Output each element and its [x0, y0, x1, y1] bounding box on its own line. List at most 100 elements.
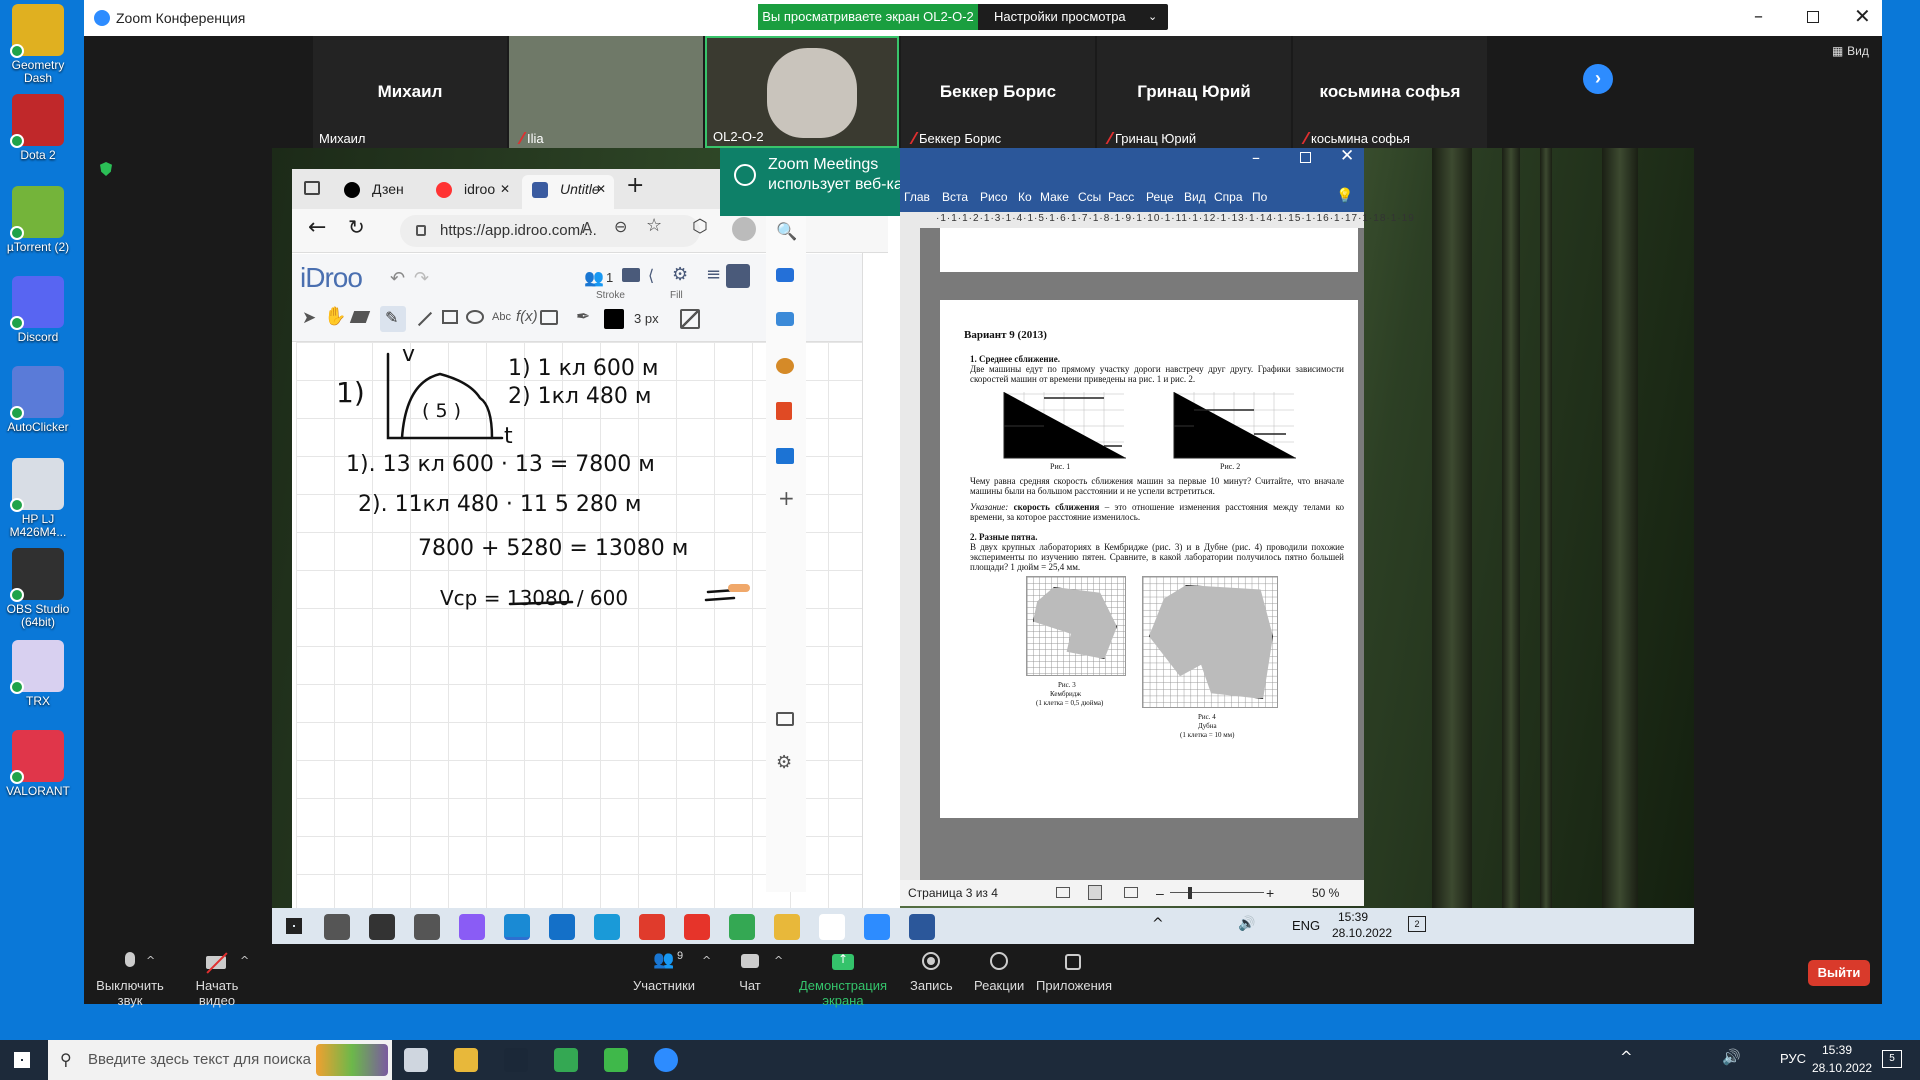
zoom-percent[interactable]: 50 % — [1312, 880, 1339, 906]
notifications-icon[interactable]: 5 — [1882, 1050, 1902, 1068]
desktop-icon[interactable]: HP LJ M426M4... — [6, 458, 70, 539]
zoom-slider-thumb[interactable] — [1188, 887, 1192, 899]
zoom-out-button[interactable]: – — [1156, 880, 1164, 906]
desktop-icon[interactable]: µTorrent (2) — [6, 186, 70, 254]
redo-icon[interactable]: ↷ — [414, 268, 429, 289]
share-icon[interactable]: ⟨ — [648, 266, 654, 285]
yandex-icon[interactable] — [684, 914, 710, 940]
add-icon[interactable]: + — [778, 486, 795, 510]
tab-idroo[interactable]: idroo ✕ — [426, 175, 518, 209]
desktop-icon[interactable]: OBS Studio (64bit) — [6, 548, 70, 629]
share-screen-button[interactable]: ↑ Демонстрация экрана — [790, 952, 896, 1008]
account-icon[interactable] — [726, 264, 750, 288]
chevron-down-icon[interactable]: ⌄ — [1148, 4, 1157, 30]
desktop-icon[interactable]: Discord — [6, 276, 70, 344]
alice-icon[interactable] — [459, 914, 485, 940]
steam-icon[interactable] — [504, 1048, 528, 1072]
ellipse-tool-icon[interactable] — [466, 310, 484, 324]
zoom-icon[interactable] — [654, 1048, 678, 1072]
tray-chevron-icon[interactable]: ^ — [1152, 916, 1164, 932]
ribbon-tab[interactable]: Расс — [1108, 190, 1134, 204]
minimize-button[interactable]: – — [1754, 6, 1763, 27]
ribbon-tab[interactable]: Глав — [904, 190, 930, 204]
participants-chevron-icon[interactable]: ^ — [702, 954, 711, 967]
ribbon-tab[interactable]: Рисо — [980, 190, 1008, 204]
volume-icon[interactable]: 🔊 — [1238, 916, 1255, 932]
file-explorer-icon[interactable] — [774, 914, 800, 940]
settings-gear-icon[interactable]: ⚙ — [672, 264, 688, 285]
games-icon[interactable] — [776, 358, 794, 374]
search-icon[interactable] — [324, 914, 350, 940]
zoom-slider[interactable] — [1170, 892, 1264, 893]
chat-icon[interactable] — [622, 268, 640, 282]
formula-tool-icon[interactable]: f(x) — [516, 308, 538, 325]
notifications-icon[interactable]: 2 — [1408, 916, 1426, 932]
close-button[interactable]: ✕ — [1854, 4, 1871, 28]
line-tool-icon[interactable] — [417, 311, 433, 327]
ribbon-tab[interactable]: Вста — [942, 190, 968, 204]
search-icon[interactable]: 🔍 — [776, 222, 797, 242]
video-options-chevron-icon[interactable]: ^ — [240, 954, 249, 967]
cortana-icon[interactable] — [369, 914, 395, 940]
print-layout-icon[interactable] — [1088, 885, 1102, 900]
word-close-button[interactable]: ✕ — [1340, 148, 1354, 166]
participant-tile[interactable]: OL2-O-2 — [705, 36, 899, 148]
edge-icon[interactable] — [504, 914, 530, 940]
office-icon[interactable] — [776, 402, 792, 420]
back-icon[interactable]: ← — [308, 215, 326, 240]
participant-tile[interactable]: Михаил Михаил — [313, 36, 507, 148]
tab-dzen[interactable]: Дзен — [334, 175, 422, 209]
outlook-icon[interactable] — [776, 448, 794, 464]
desktop-icon[interactable]: VALORANT — [6, 730, 70, 798]
view-button[interactable]: ▦ Вид — [1832, 44, 1869, 58]
language-indicator[interactable]: РУС — [1780, 1051, 1806, 1066]
select-tool-icon[interactable]: ➤ — [302, 308, 316, 328]
users-icon[interactable]: 👥 — [584, 268, 604, 287]
undo-icon[interactable]: ↶ — [390, 268, 405, 289]
stroke-color-swatch[interactable] — [604, 309, 624, 329]
participant-tile[interactable]: косьмина софья косьмина софья — [1293, 36, 1487, 148]
volume-icon[interactable]: 🔊 — [1722, 1048, 1741, 1066]
reactions-button[interactable]: Реакции — [974, 952, 1024, 993]
zoom-out-icon[interactable]: ⊖ — [614, 217, 627, 236]
word-maximize-button[interactable] — [1300, 152, 1311, 163]
start-icon[interactable] — [14, 1052, 30, 1068]
word-icon[interactable] — [909, 914, 935, 940]
desktop-icon[interactable]: AutoClicker — [6, 366, 70, 434]
refresh-icon[interactable]: ↻ — [348, 215, 365, 239]
record-button[interactable]: Запись — [910, 952, 953, 993]
menu-icon[interactable]: ≡ — [706, 264, 721, 285]
chat-chevron-icon[interactable]: ^ — [774, 954, 783, 967]
view-settings-button[interactable]: Настройки просмотра — [994, 4, 1126, 30]
image-tool-icon[interactable] — [540, 310, 558, 325]
eraser-tool-icon[interactable] — [349, 311, 371, 323]
chrome-icon[interactable] — [554, 1048, 578, 1072]
desktop-icon[interactable]: Dota 2 — [6, 94, 70, 162]
ribbon-tab[interactable]: Спра — [1214, 190, 1243, 204]
chrome-icon[interactable] — [729, 914, 755, 940]
ribbon-tab[interactable]: Маке — [1040, 190, 1069, 204]
text-tool-icon[interactable]: Abc — [492, 311, 511, 323]
tray-chevron-icon[interactable]: ^ — [1620, 1048, 1633, 1066]
audio-options-chevron-icon[interactable]: ^ — [146, 954, 155, 967]
ribbon-tab[interactable]: Реце — [1146, 190, 1174, 204]
lightbulb-icon[interactable]: 💡 — [1336, 188, 1353, 204]
language-indicator[interactable]: ENG — [1292, 918, 1320, 933]
zoom-icon[interactable] — [864, 914, 890, 940]
notepad-icon[interactable] — [819, 914, 845, 940]
ribbon-tab[interactable]: Ко — [1018, 190, 1032, 204]
start-icon[interactable] — [286, 918, 302, 934]
desktop-icon[interactable]: TRX — [6, 640, 70, 708]
close-tab-icon[interactable]: ✕ — [500, 175, 510, 203]
participant-tile[interactable]: Гринац Юрий Гринац Юрий — [1097, 36, 1291, 148]
shield-app-icon[interactable] — [604, 1048, 628, 1072]
participant-tile[interactable]: Ilia — [509, 36, 703, 148]
eyedropper-icon[interactable]: ✒ — [576, 307, 590, 327]
yandex-browser-icon[interactable] — [639, 914, 665, 940]
ribbon-tab[interactable]: Ссы — [1078, 190, 1101, 204]
participant-tile[interactable]: Беккер Борис Беккер Борис — [901, 36, 1095, 148]
word-minimize-button[interactable]: – — [1252, 148, 1260, 167]
tools-icon[interactable] — [776, 312, 794, 326]
read-aloud-icon[interactable]: A — [582, 219, 592, 237]
hand-tool-icon[interactable]: ✋ — [324, 306, 346, 327]
